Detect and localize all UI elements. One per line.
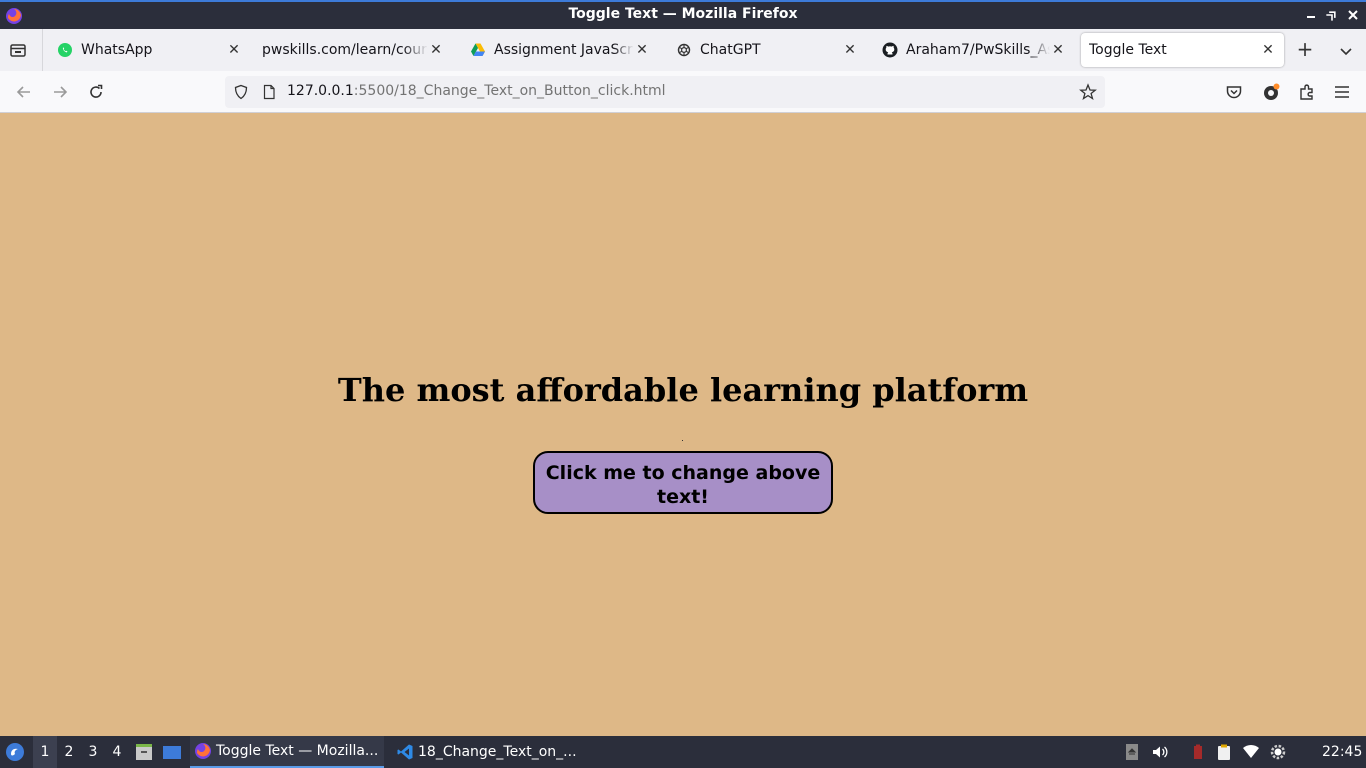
new-tab-icon[interactable]: + xyxy=(1294,39,1316,61)
url-path: :5500/18_Change_Text_on_Button_click.htm… xyxy=(353,83,666,99)
github-icon xyxy=(882,42,898,58)
reload-icon[interactable] xyxy=(86,82,106,102)
url-host: 127.0.0.1 xyxy=(287,83,354,99)
tab-toggle-text[interactable]: Toggle Text ✕ xyxy=(1081,33,1284,67)
page-info-icon[interactable] xyxy=(261,84,277,100)
task-label: Toggle Text — Mozilla... xyxy=(216,743,379,759)
tab-github[interactable]: Araham7/PwSkills_Ass ✕ xyxy=(872,33,1074,67)
speck xyxy=(682,440,683,441)
account-icon[interactable] xyxy=(1261,82,1281,102)
tab-pwskills[interactable]: pwskills.com/learn/course ✕ xyxy=(252,33,452,67)
taskbar-clock: 22:45 xyxy=(1322,744,1363,760)
minimize-icon[interactable] xyxy=(1302,6,1320,24)
volume-icon[interactable] xyxy=(1151,743,1169,761)
navigation-toolbar: 127.0.0.1:5500/18_Change_Text_on_Button_… xyxy=(0,71,1366,113)
page-content: The most affordable learning platform Cl… xyxy=(0,113,1366,736)
workspace-1[interactable]: 1 xyxy=(33,736,57,768)
window-titlebar: Toggle Text — Mozilla Firefox xyxy=(0,0,1366,29)
firefox-icon xyxy=(195,743,211,759)
back-arrow-icon[interactable] xyxy=(14,82,34,102)
firefox-view-icon[interactable] xyxy=(8,40,28,60)
whatsapp-icon xyxy=(58,43,72,57)
tab-label: Toggle Text xyxy=(1089,42,1167,58)
tab-label: Assignment JavaScript xyxy=(494,42,634,58)
workspace-4[interactable]: 4 xyxy=(105,736,129,768)
close-tab-icon[interactable]: ✕ xyxy=(428,42,444,58)
tab-chatgpt[interactable]: ChatGPT ✕ xyxy=(666,33,866,67)
tab-label: WhatsApp xyxy=(81,42,153,58)
tab-strip: WhatsApp ✕ pwskills.com/learn/course ✕ A… xyxy=(0,29,1366,71)
chevron-down-icon[interactable] xyxy=(1336,41,1356,61)
workspace-3[interactable]: 3 xyxy=(81,736,105,768)
system-taskbar: 1 2 3 4 Toggle Text — Mozilla... 18_Chan… xyxy=(0,736,1366,768)
workspace-2[interactable]: 2 xyxy=(57,736,81,768)
start-menu-icon[interactable] xyxy=(5,742,25,762)
tab-label: pwskills.com/learn/course xyxy=(262,42,428,58)
url-bar[interactable]: 127.0.0.1:5500/18_Change_Text_on_Button_… xyxy=(225,76,1105,108)
tab-label: Araham7/PwSkills_Ass xyxy=(906,42,1050,58)
battery-icon[interactable] xyxy=(1189,743,1207,761)
task-vscode[interactable]: 18_Change_Text_on_... xyxy=(394,736,594,768)
task-firefox[interactable]: Toggle Text — Mozilla... xyxy=(190,736,384,768)
chatgpt-icon xyxy=(677,43,691,57)
tab-label: ChatGPT xyxy=(700,42,761,58)
tracking-shield-icon[interactable] xyxy=(233,84,249,100)
close-tab-icon[interactable]: ✕ xyxy=(226,42,242,58)
tab-separator xyxy=(42,29,43,71)
google-drive-icon xyxy=(471,43,485,56)
page-heading: The most affordable learning platform xyxy=(337,371,1029,409)
vscode-icon xyxy=(397,744,413,760)
extensions-puzzle-icon[interactable] xyxy=(1297,82,1317,102)
close-tab-icon[interactable]: ✕ xyxy=(1050,42,1066,58)
window-title: Toggle Text — Mozilla Firefox xyxy=(568,6,798,22)
desktop-icon[interactable] xyxy=(161,740,183,764)
settings-icon[interactable] xyxy=(1269,743,1287,761)
bookmark-star-icon[interactable] xyxy=(1079,83,1097,101)
eject-icon[interactable] xyxy=(1123,743,1141,761)
close-tab-icon[interactable]: ✕ xyxy=(1260,42,1276,58)
close-tab-icon[interactable]: ✕ xyxy=(634,42,650,58)
file-manager-icon[interactable] xyxy=(133,740,155,764)
close-tab-icon[interactable]: ✕ xyxy=(842,42,858,58)
wifi-icon[interactable] xyxy=(1242,743,1260,761)
clipboard-icon[interactable] xyxy=(1215,743,1233,761)
url-text[interactable]: 127.0.0.1:5500/18_Change_Text_on_Button_… xyxy=(287,83,666,99)
forward-arrow-icon[interactable] xyxy=(50,82,70,102)
maximize-icon[interactable] xyxy=(1323,6,1341,24)
change-text-button[interactable]: Click me to change above text! xyxy=(533,451,833,514)
task-label: 18_Change_Text_on_... xyxy=(418,744,577,760)
tab-assignment-javascript[interactable]: Assignment JavaScript ✕ xyxy=(460,33,658,67)
hamburger-menu-icon[interactable] xyxy=(1332,82,1352,102)
pocket-icon[interactable] xyxy=(1224,82,1244,102)
tab-whatsapp[interactable]: WhatsApp ✕ xyxy=(47,33,250,67)
close-window-icon[interactable] xyxy=(1344,6,1362,24)
